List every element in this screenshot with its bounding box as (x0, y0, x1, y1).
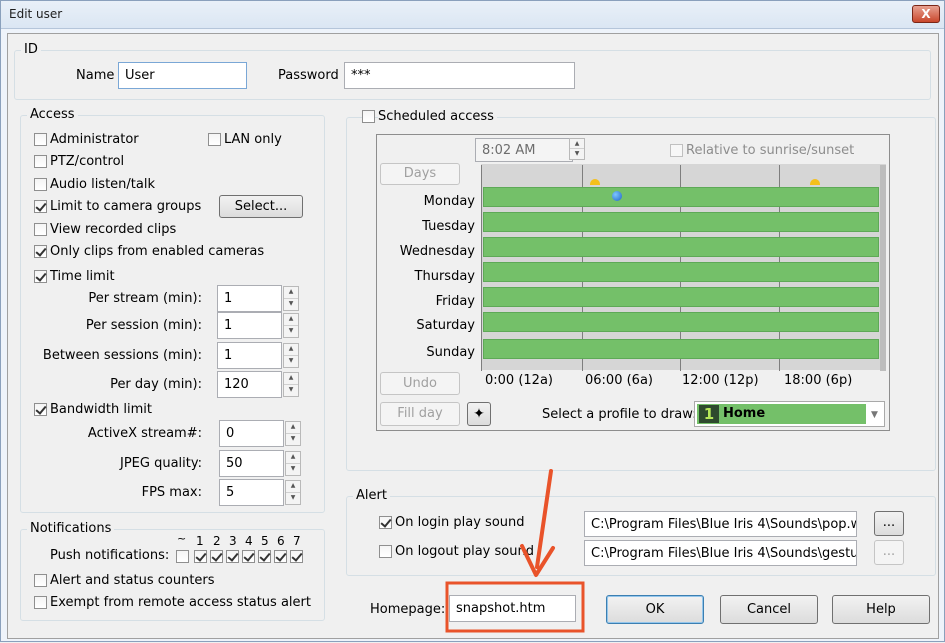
annotation-highlight-box (445, 581, 585, 633)
edit-user-window: Edit user X ID Name User Password *** Ac… (0, 0, 945, 642)
annotation-overlay (445, 469, 585, 633)
